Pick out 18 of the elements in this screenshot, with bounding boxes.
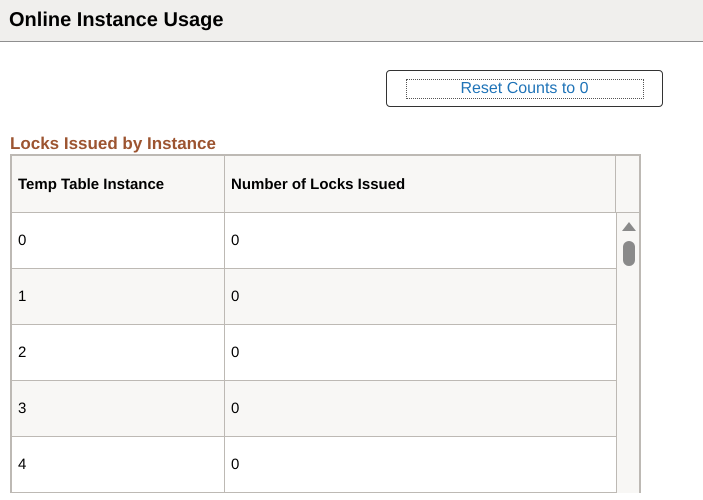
- table-cell: 4: [12, 437, 225, 492]
- page-title: Online Instance Usage: [9, 9, 224, 32]
- table-cell-text: 0: [230, 399, 240, 419]
- table-cell-text: 0: [230, 343, 240, 363]
- column-header: Number of Locks Issued: [225, 156, 616, 212]
- table-cell: 1: [12, 269, 225, 324]
- table-cell-text: 0: [230, 455, 240, 475]
- section-title: Locks Issued by Instance: [10, 134, 217, 154]
- table-cell: 0: [12, 213, 225, 268]
- table-cell-text: 0: [230, 287, 240, 307]
- table-cell-text: 0: [230, 231, 240, 251]
- scroll-thumb[interactable]: [623, 241, 635, 266]
- scrollbar[interactable]: [616, 213, 639, 493]
- table-cell: 2: [12, 325, 225, 380]
- reset-counts-button[interactable]: Reset Counts to 0: [406, 78, 644, 98]
- column-header: Temp Table Instance: [12, 156, 225, 212]
- table-cell: 3: [12, 381, 225, 436]
- scroll-up-icon[interactable]: [622, 222, 636, 231]
